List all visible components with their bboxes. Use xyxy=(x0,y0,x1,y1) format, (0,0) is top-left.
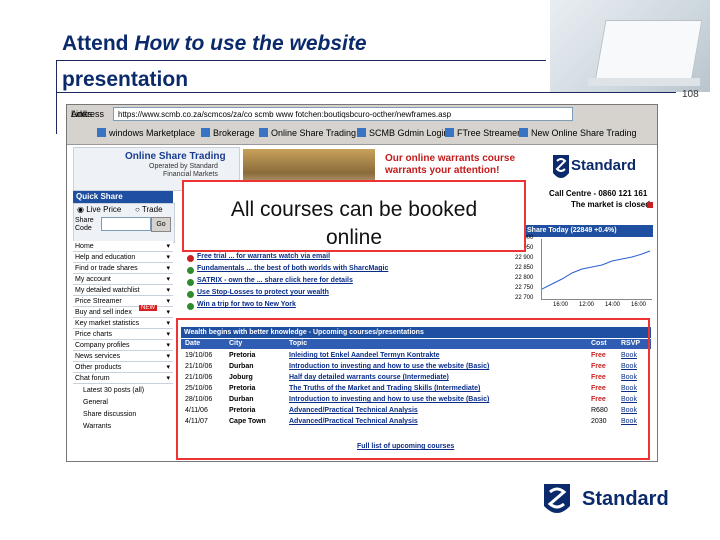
nav-price-streamer[interactable]: Price Streamer xyxy=(73,296,173,307)
mid-link-stop-losses[interactable]: Use Stop-Losses to protect your wealth xyxy=(197,289,329,296)
nav-find-trade-shares[interactable]: Find or trade shares xyxy=(73,263,173,274)
share-chart-area xyxy=(541,239,652,300)
ost-logo-subtitle-2: Financial Markets xyxy=(163,171,218,178)
nav-watchlist[interactable]: My detailed watchlist xyxy=(73,285,173,296)
chart-y-tick: 22 700 xyxy=(515,295,534,301)
nav-other-products[interactable]: Other products xyxy=(73,362,173,373)
address-input[interactable]: https://www.scmb.co.za/scmcos/za/co scmb… xyxy=(113,107,573,121)
mid-link-free-trial[interactable]: Free trial ... for warrants watch via em… xyxy=(197,253,330,260)
slide-title: Attend How to use the website presentati… xyxy=(62,32,367,91)
nav-sub-warrants[interactable]: Warrants xyxy=(83,421,173,432)
callout-text: All courses can be booked online xyxy=(230,198,478,249)
left-accent-line xyxy=(56,60,57,134)
link-scmb-admin-login[interactable]: SCMB Gdmin Login xyxy=(357,128,449,138)
mid-link-satrix[interactable]: SATRIX - own the ... share click here fo… xyxy=(197,277,353,284)
mid-link-win-trip[interactable]: Win a trip for two to New York xyxy=(197,301,296,308)
bull-icon xyxy=(187,291,194,298)
nav-sub-latest-posts[interactable]: Latest 30 posts (all) xyxy=(83,385,173,396)
laptop-base-image xyxy=(588,78,700,86)
go-button[interactable]: Go xyxy=(151,217,171,232)
nav-buy-sell-index[interactable]: Buy and sell index xyxy=(73,307,173,318)
nav-chat-forum[interactable]: Chat forum xyxy=(73,373,173,384)
share-chart-line xyxy=(541,250,651,290)
standard-brand-top: Standard xyxy=(571,157,637,174)
call-centre: Call Centre - 0860 121 161 xyxy=(549,189,648,198)
nav-market-statistics[interactable]: Key market statistics xyxy=(73,318,173,329)
chart-x-tick: 16:00 xyxy=(553,302,569,308)
nav-sub-general[interactable]: General xyxy=(83,397,173,408)
chart-y-tick: 22 850 xyxy=(515,265,534,271)
bull-icon xyxy=(187,267,194,274)
nav-sub-share-discussion[interactable]: Share discussion xyxy=(83,409,173,420)
slide-number: 108 xyxy=(682,89,699,100)
warrants-banner-text[interactable]: Our online warrants course warrants your… xyxy=(385,153,515,177)
bull-icon xyxy=(187,279,194,286)
mid-link-fundamentals[interactable]: Fundamentals ... the best of both worlds… xyxy=(197,265,388,272)
share-today-header: Share Today (22849 +0.4%) xyxy=(523,225,653,237)
link-online-share-trading[interactable]: Online Share Trading xyxy=(259,128,356,138)
chart-x-tick: 12:00 xyxy=(579,302,595,308)
share-code-label: Share Code xyxy=(75,217,94,232)
standard-brand-bottom: Standard xyxy=(582,488,669,510)
nav-my-account[interactable]: My account xyxy=(73,274,173,285)
ost-logo-title: Online Share Trading xyxy=(125,151,226,162)
chart-y-tick: 22 800 xyxy=(515,275,534,281)
radio-trade[interactable]: ○ Trade xyxy=(135,205,163,214)
new-badge: NEW xyxy=(139,305,157,311)
link-new-online-share-trading[interactable]: New Online Share Trading xyxy=(519,128,637,138)
nav-price-charts[interactable]: Price charts xyxy=(73,329,173,340)
nav-help-education[interactable]: Help and education xyxy=(73,252,173,263)
link-brokerage[interactable]: Brokerage xyxy=(201,128,255,138)
chart-x-tick: 14:00 xyxy=(605,302,621,308)
laptop-image xyxy=(594,20,703,82)
nav-company-profiles[interactable]: Company profiles xyxy=(73,340,173,351)
nav-home[interactable]: Home xyxy=(73,241,173,252)
ost-logo-subtitle: Operated by Standard xyxy=(149,163,218,170)
chart-x-tick: 16:00 xyxy=(631,302,647,308)
title-divider-top xyxy=(56,60,546,61)
nav-news-services[interactable]: News services xyxy=(73,351,173,362)
link-windows-marketplace[interactable]: windows Marketplace xyxy=(97,128,195,138)
share-code-input[interactable] xyxy=(101,217,151,231)
title-divider-bottom xyxy=(56,92,676,93)
courses-highlight-frame xyxy=(176,318,650,460)
market-status: The market is closed xyxy=(571,200,651,209)
market-status-indicator xyxy=(647,202,653,208)
links-label: Links xyxy=(71,109,93,119)
radio-live-price[interactable]: ◉ Live Price xyxy=(77,205,121,214)
quick-share-header: Quick Share xyxy=(73,191,173,203)
chart-y-tick: 22 750 xyxy=(515,285,534,291)
bull-icon xyxy=(187,303,194,310)
chart-y-tick: 22 900 xyxy=(515,255,534,261)
mail-icon xyxy=(187,255,194,262)
link-price-streamer[interactable]: FTree Streamer xyxy=(445,128,520,138)
